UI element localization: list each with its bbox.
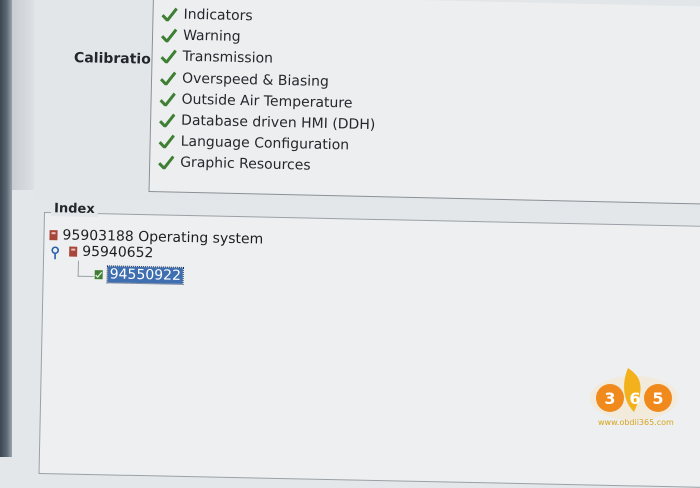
calibration-item-label: Graphic Resources <box>180 155 311 174</box>
tree-node-label: 94550922 <box>108 266 184 284</box>
tree-expand-icon[interactable] <box>50 246 60 260</box>
calibration-item-label: Warning <box>183 28 241 45</box>
calibration-item-label: Database driven HMI (DDH) <box>181 113 376 133</box>
check-icon <box>159 134 175 148</box>
tree-node-label: 95940652 <box>82 244 154 261</box>
window-left-edge <box>0 0 12 457</box>
index-panel: Index 95903188 Operating system 95940652… <box>39 212 700 488</box>
calibration-item-indicators[interactable]: Indicators <box>161 4 253 26</box>
calibration-item-warning[interactable]: Warning <box>161 25 241 47</box>
svg-text:3: 3 <box>604 389 615 408</box>
tree-connector <box>78 261 79 277</box>
tree-node-child[interactable]: 95940652 <box>68 244 154 262</box>
calibration-item-label: Transmission <box>182 49 273 67</box>
calibration-item-label: Indicators <box>183 7 253 25</box>
check-icon <box>160 49 176 63</box>
module-icon <box>48 229 58 241</box>
module-icon <box>68 246 78 258</box>
svg-text:6: 6 <box>629 389 640 408</box>
tree-node-grandchild[interactable]: 94550922 <box>94 266 184 284</box>
module-check-icon <box>94 268 104 280</box>
calibration-item-label: Language Configuration <box>180 134 349 154</box>
tree-connector <box>78 276 94 277</box>
calibration-item-label: Overspeed & Biasing <box>182 71 329 90</box>
check-icon <box>160 71 176 85</box>
calibration-item-transmission[interactable]: Transmission <box>160 46 273 69</box>
check-icon <box>159 92 175 106</box>
index-title: Index <box>51 201 98 217</box>
calibration-item-label: Outside Air Temperature <box>181 92 352 112</box>
svg-text:5: 5 <box>652 389 663 408</box>
calibration-checklist: Indicators Warning Transmission Overspee… <box>149 0 700 205</box>
check-icon <box>161 28 177 42</box>
check-icon <box>161 7 177 21</box>
calibration-label: Calibration <box>74 50 161 68</box>
check-icon <box>159 113 175 127</box>
calibration-item-overspeed[interactable]: Overspeed & Biasing <box>160 68 329 92</box>
calibration-item-graphic-resources[interactable]: Graphic Resources <box>158 152 311 175</box>
watermark-url: www.obdii365.com <box>598 418 674 427</box>
left-scroll-gutter <box>12 0 34 190</box>
check-icon <box>158 155 174 169</box>
